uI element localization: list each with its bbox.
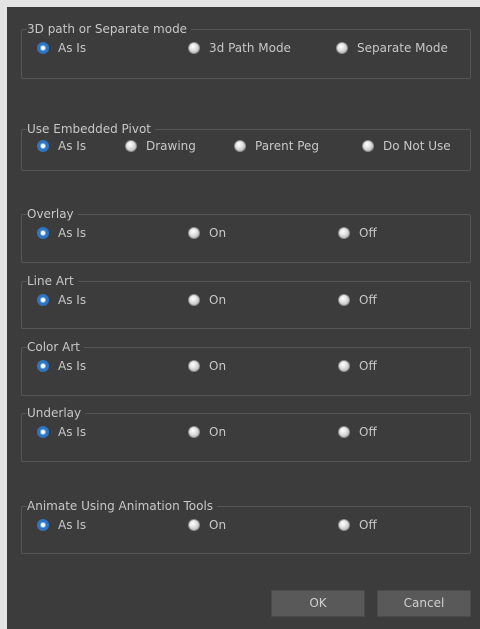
radio-off[interactable]: Off [338,358,377,374]
cancel-button[interactable]: Cancel [377,590,471,617]
radio-unselected-icon [188,227,200,239]
radio-selected-icon [37,360,49,372]
group-line-art: Line Art As Is On Off [21,274,471,329]
group-overlay: Overlay As Is On Off [21,207,471,263]
radio-unselected-icon [338,426,350,438]
radio-unselected-icon [234,140,246,152]
group-color-art: Color Art As Is On Off [21,340,471,396]
radio-unselected-icon [338,360,350,372]
group-title: Use Embedded Pivot [27,122,156,136]
radio-as-is[interactable]: As Is [37,225,86,241]
radio-unselected-icon [336,42,348,54]
radio-unselected-icon [188,360,200,372]
radio-separate-mode[interactable]: Separate Mode [336,40,448,56]
radio-label: Off [359,425,377,439]
radio-selected-icon [37,227,49,239]
radio-label: As Is [58,359,87,373]
radio-as-is[interactable]: As Is [37,292,86,308]
group-embedded-pivot: Use Embedded Pivot As Is Drawing Parent … [21,122,471,171]
radio-as-is[interactable]: As Is [37,517,86,533]
group-title: Color Art [27,340,84,354]
radio-as-is[interactable]: As Is [37,40,86,56]
radio-label: Off [359,359,377,373]
group-3d-path-mode: 3D path or Separate mode As Is 3d Path M… [21,22,471,79]
group-animate-using-tools: Animate Using Animation Tools As Is On O… [21,499,471,554]
radio-label: On [209,425,227,439]
group-title: Animate Using Animation Tools [27,499,218,513]
radio-as-is[interactable]: As Is [37,424,86,440]
radio-label: As Is [58,518,87,532]
radio-label: Do Not Use [383,139,451,153]
radio-label: Off [359,226,377,240]
radio-on[interactable]: On [188,424,226,440]
radio-3d-path-mode[interactable]: 3d Path Mode [188,40,291,56]
radio-label: As Is [58,293,87,307]
radio-parent-peg[interactable]: Parent Peg [234,138,319,154]
group-title: 3D path or Separate mode [27,22,192,36]
radio-selected-icon [37,519,49,531]
radio-off[interactable]: Off [338,225,377,241]
group-title: Overlay [27,207,78,221]
radio-label: Separate Mode [357,41,448,55]
radio-selected-icon [37,426,49,438]
radio-unselected-icon [188,294,200,306]
radio-on[interactable]: On [188,292,226,308]
radio-as-is[interactable]: As Is [37,138,86,154]
radio-as-is[interactable]: As Is [37,358,86,374]
radio-on[interactable]: On [188,225,226,241]
radio-label: 3d Path Mode [209,41,291,55]
radio-selected-icon [37,42,49,54]
radio-label: As Is [58,226,87,240]
radio-on[interactable]: On [188,358,226,374]
radio-unselected-icon [188,519,200,531]
radio-label: As Is [58,139,87,153]
radio-unselected-icon [338,294,350,306]
radio-unselected-icon [338,227,350,239]
radio-unselected-icon [338,519,350,531]
group-title: Line Art [27,274,78,288]
radio-unselected-icon [188,426,200,438]
radio-label: On [209,226,227,240]
radio-label: Drawing [146,139,196,153]
radio-label: On [209,359,227,373]
ok-button[interactable]: OK [271,590,365,617]
radio-label: Off [359,293,377,307]
radio-unselected-icon [188,42,200,54]
radio-label: On [209,518,227,532]
radio-selected-icon [37,140,49,152]
radio-label: As Is [58,425,87,439]
radio-off[interactable]: Off [338,292,377,308]
group-title: Underlay [27,406,86,420]
radio-unselected-icon [125,140,137,152]
animation-options-dialog: 3D path or Separate mode As Is 3d Path M… [7,7,480,629]
radio-label: Off [359,518,377,532]
radio-selected-icon [37,294,49,306]
radio-label: On [209,293,227,307]
radio-drawing[interactable]: Drawing [125,138,196,154]
radio-label: As Is [58,41,87,55]
radio-unselected-icon [362,140,374,152]
group-underlay: Underlay As Is On Off [21,406,471,462]
radio-do-not-use[interactable]: Do Not Use [362,138,451,154]
radio-off[interactable]: Off [338,517,377,533]
radio-off[interactable]: Off [338,424,377,440]
radio-label: Parent Peg [255,139,320,153]
radio-on[interactable]: On [188,517,226,533]
